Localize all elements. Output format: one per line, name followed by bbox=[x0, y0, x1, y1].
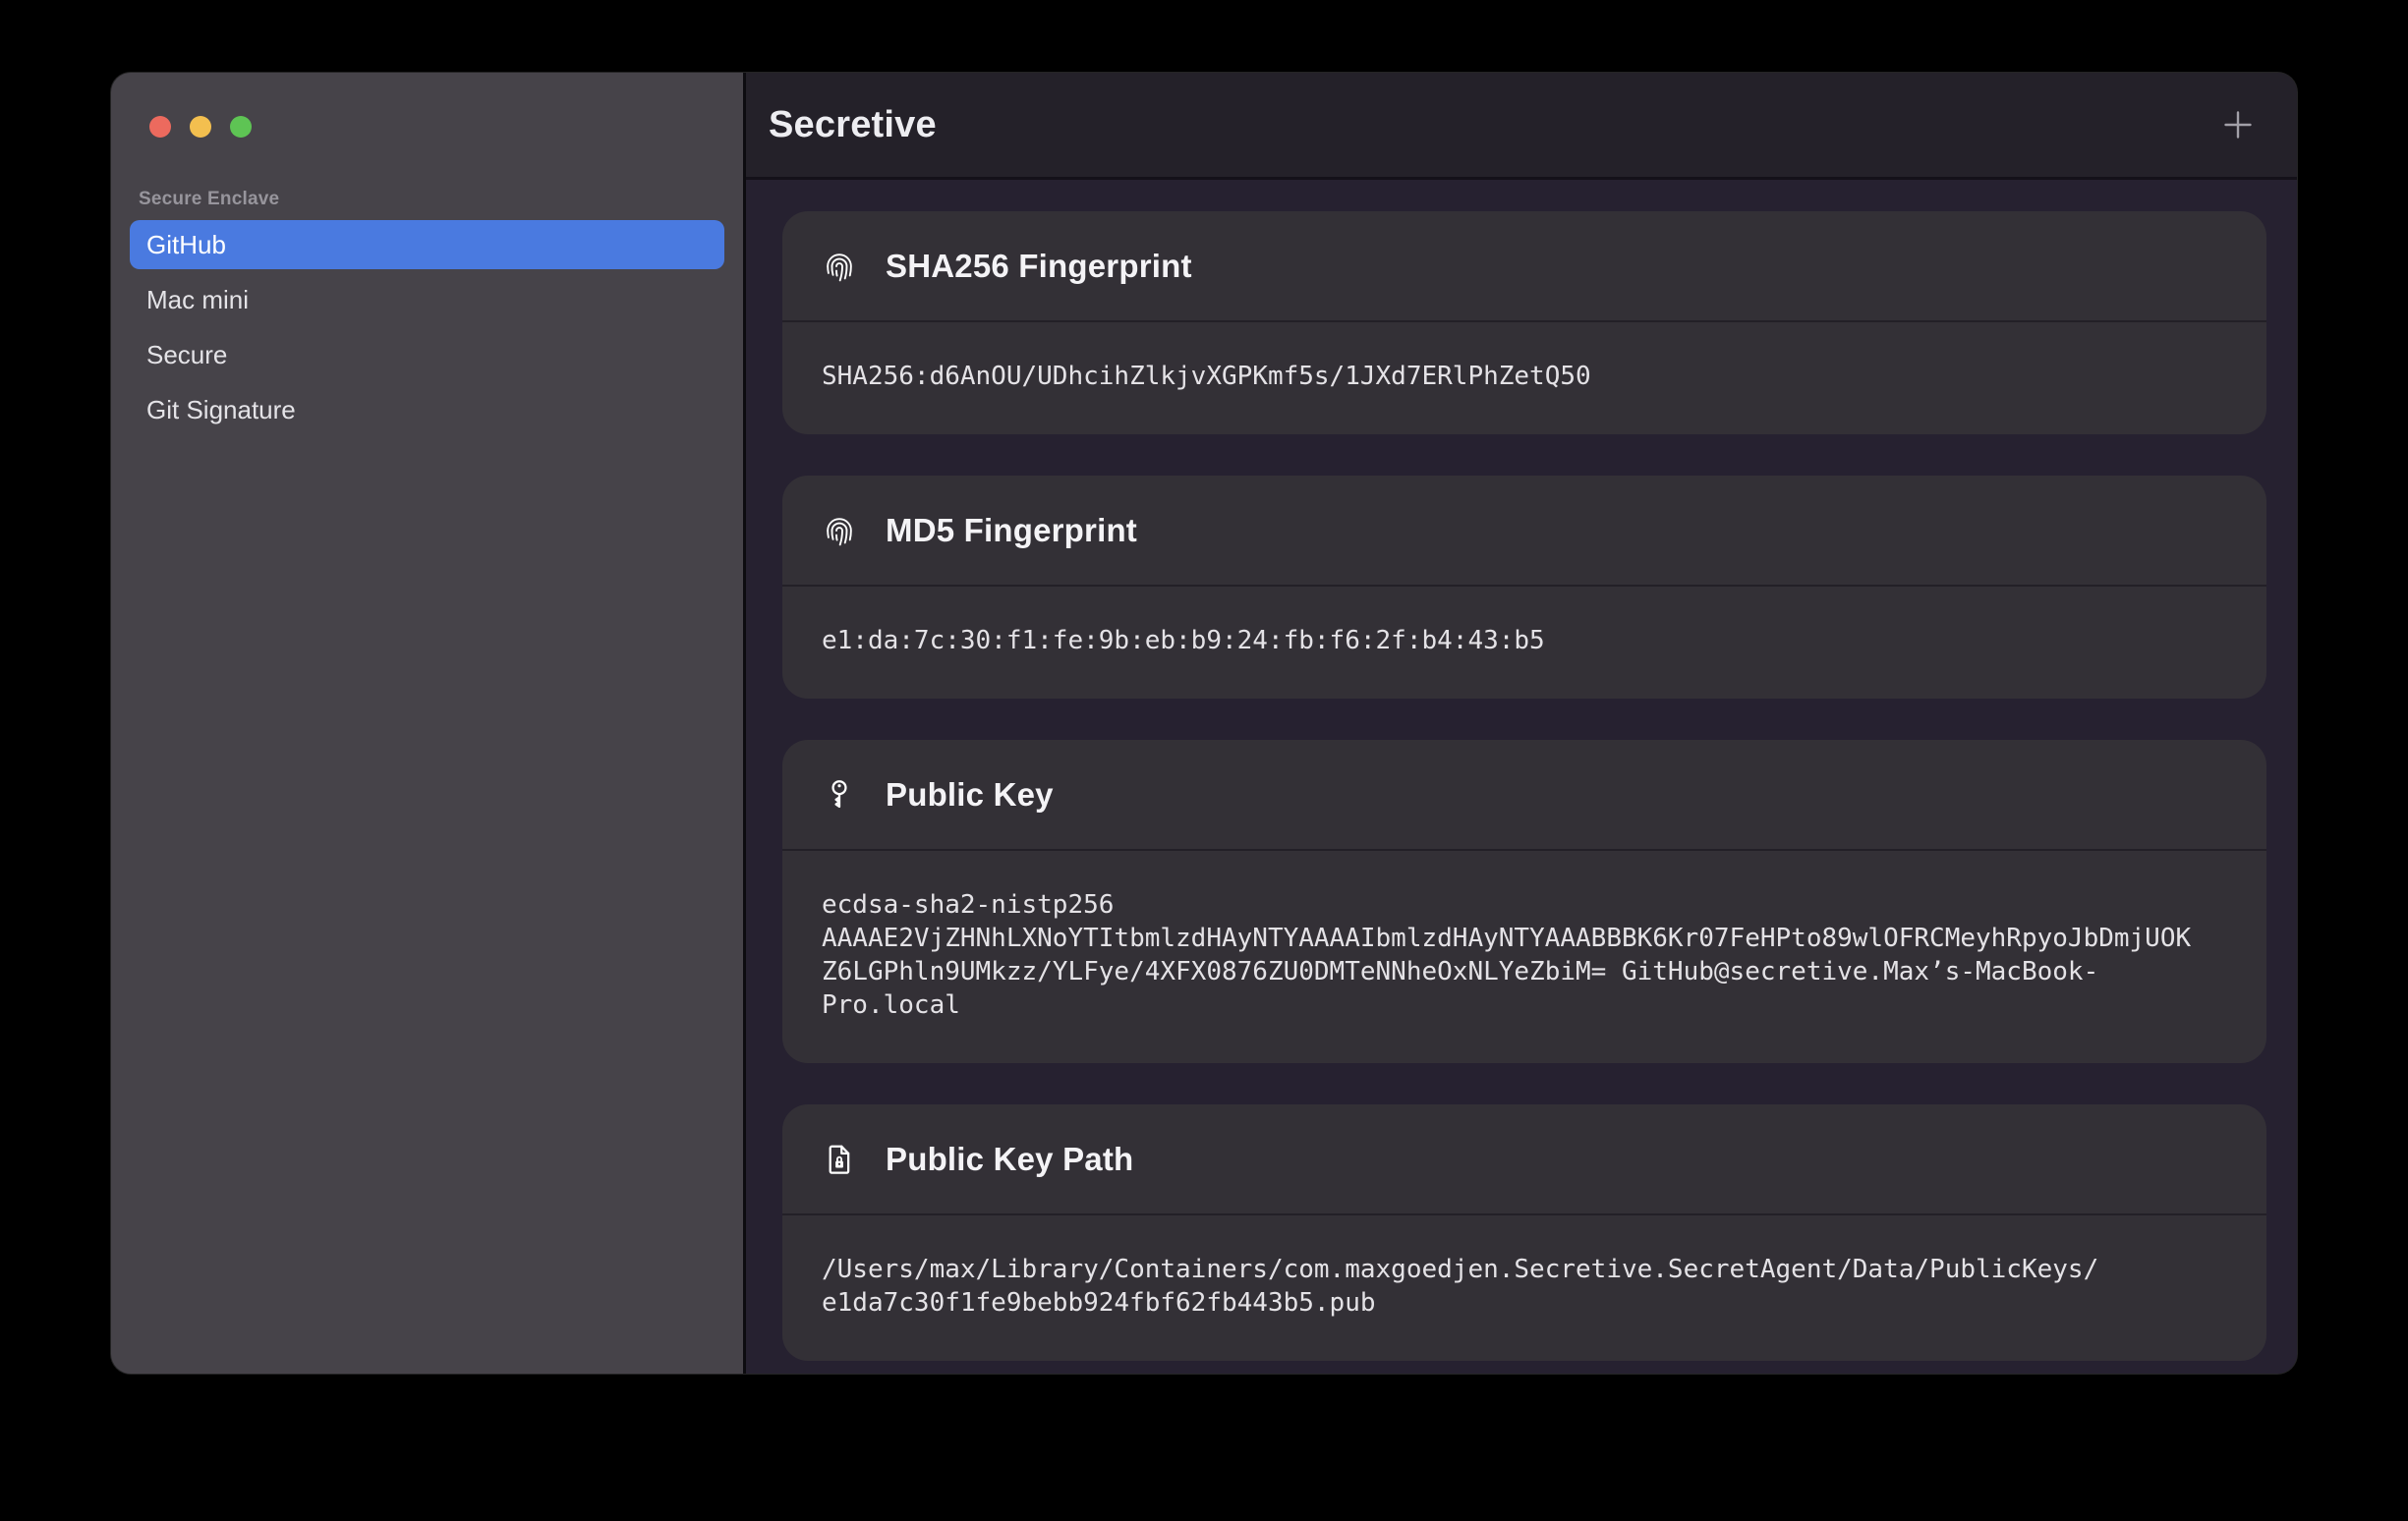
card-public-key-path: Public Key Path /Users/max/Library/Conta… bbox=[782, 1104, 2266, 1361]
card-header: SHA256 Fingerprint bbox=[782, 211, 2266, 322]
card-title: SHA256 Fingerprint bbox=[886, 248, 1192, 285]
fingerprint-icon bbox=[822, 513, 857, 548]
sidebar: Secure Enclave GitHub Mac mini Secure Gi… bbox=[111, 73, 746, 1374]
card-body: /Users/max/Library/Containers/com.maxgoe… bbox=[782, 1215, 2266, 1361]
secret-detail: SHA256 Fingerprint SHA256:d6AnOU/UDhcihZ… bbox=[746, 180, 2297, 1374]
md5-fingerprint-value: e1:da:7c:30:f1:fe:9b:eb:b9:24:fb:f6:2f:b… bbox=[822, 624, 2197, 657]
plus-icon bbox=[2221, 108, 2255, 141]
card-header: Public Key bbox=[782, 740, 2266, 851]
card-public-key: Public Key ecdsa-sha2-nistp256 AAAAE2VjZ… bbox=[782, 740, 2266, 1063]
sidebar-item-github[interactable]: GitHub bbox=[130, 220, 724, 269]
zoom-button[interactable] bbox=[230, 116, 252, 138]
sha256-fingerprint-value: SHA256:d6AnOU/UDhcihZlkjvXGPKmf5s/1JXd7E… bbox=[822, 360, 2197, 393]
sidebar-item-mac-mini[interactable]: Mac mini bbox=[130, 275, 724, 324]
card-body: ecdsa-sha2-nistp256 AAAAE2VjZHNhLXNoYTIt… bbox=[782, 851, 2266, 1063]
public-key-value: ecdsa-sha2-nistp256 AAAAE2VjZHNhLXNoYTIt… bbox=[822, 888, 2197, 1022]
document-lock-icon bbox=[822, 1142, 857, 1177]
public-key-path-value: /Users/max/Library/Containers/com.maxgoe… bbox=[822, 1253, 2104, 1320]
sidebar-list: GitHub Mac mini Secure Git Signature bbox=[130, 220, 724, 434]
card-title: Public Key bbox=[886, 776, 1054, 814]
sidebar-item-git-signature[interactable]: Git Signature bbox=[130, 385, 724, 434]
key-icon bbox=[822, 777, 857, 813]
card-title: MD5 Fingerprint bbox=[886, 512, 1137, 549]
card-sha256-fingerprint: SHA256 Fingerprint SHA256:d6AnOU/UDhcihZ… bbox=[782, 211, 2266, 434]
titlebar: Secretive bbox=[746, 73, 2297, 180]
card-body: e1:da:7c:30:f1:fe:9b:eb:b9:24:fb:f6:2f:b… bbox=[782, 587, 2266, 699]
add-secret-button[interactable] bbox=[2220, 107, 2256, 142]
sidebar-item-secure[interactable]: Secure bbox=[130, 330, 724, 379]
main-panel: Secretive bbox=[746, 73, 2297, 1374]
card-body: SHA256:d6AnOU/UDhcihZlkjvXGPKmf5s/1JXd7E… bbox=[782, 322, 2266, 434]
card-title: Public Key Path bbox=[886, 1141, 1133, 1178]
sidebar-section-header: Secure Enclave bbox=[139, 189, 724, 210]
card-header: Public Key Path bbox=[782, 1104, 2266, 1215]
traffic-lights bbox=[149, 116, 724, 138]
close-button[interactable] bbox=[149, 116, 171, 138]
minimize-button[interactable] bbox=[190, 116, 211, 138]
card-md5-fingerprint: MD5 Fingerprint e1:da:7c:30:f1:fe:9b:eb:… bbox=[782, 476, 2266, 699]
app-window: Secure Enclave GitHub Mac mini Secure Gi… bbox=[111, 73, 2297, 1374]
fingerprint-icon bbox=[822, 249, 857, 284]
page-title: Secretive bbox=[769, 104, 2220, 146]
card-header: MD5 Fingerprint bbox=[782, 476, 2266, 587]
